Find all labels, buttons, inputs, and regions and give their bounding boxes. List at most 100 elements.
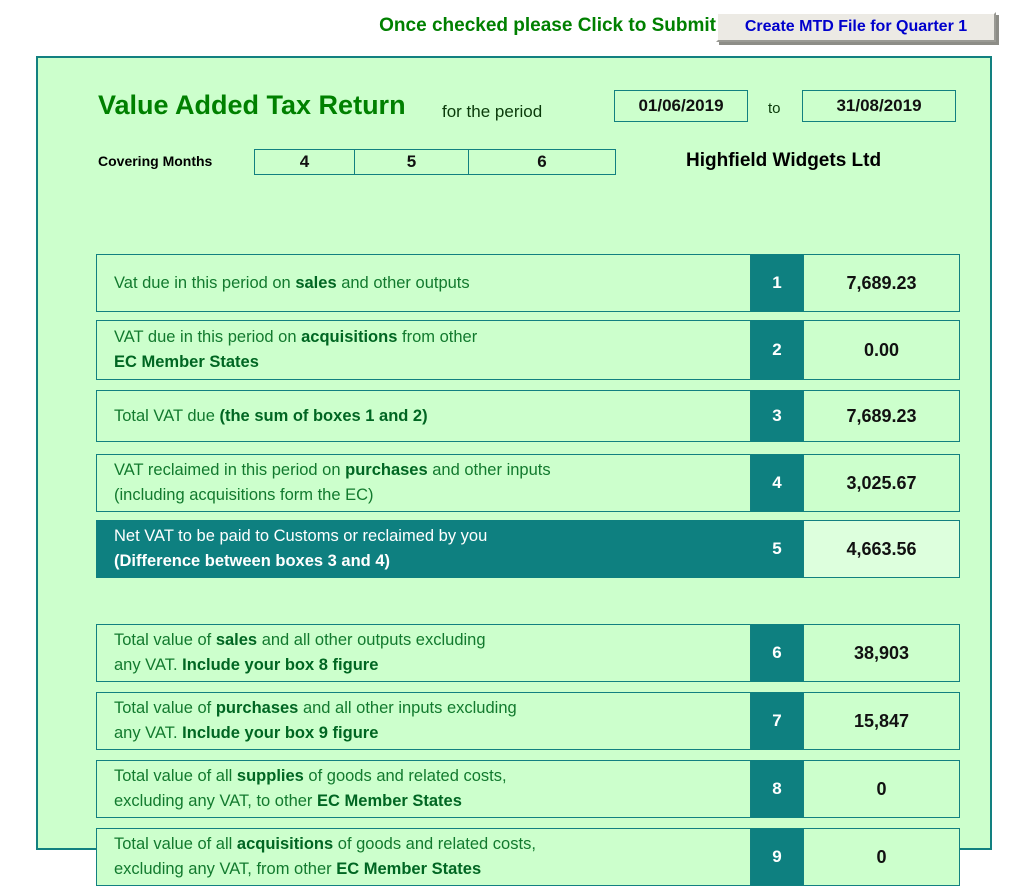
emphasis-text: acquisitions — [236, 835, 334, 854]
plain-text: Total value of all — [114, 835, 237, 854]
vat-box-number: 1 — [751, 254, 803, 312]
vat-box-description: Total VAT due (the sum of boxes 1 and 2) — [96, 390, 751, 442]
company-name: Highfield Widgets Ltd — [686, 150, 882, 171]
plain-text: VAT due in this period on — [114, 328, 302, 347]
emphasis-text: purchases — [345, 461, 428, 480]
covering-month-1-field[interactable]: 4 — [255, 150, 355, 174]
plain-text: (including acquisitions form the EC) — [114, 486, 374, 504]
covering-months-group: 4 5 6 — [254, 149, 616, 175]
vat-box-number: 6 — [751, 624, 803, 682]
plain-text: Net VAT to be paid to Customs or reclaim… — [114, 527, 488, 546]
emphasis-text: EC Member States — [336, 860, 482, 878]
plain-text: VAT reclaimed in this period on — [114, 461, 346, 480]
vat-box-number: 3 — [751, 390, 803, 442]
plain-text: and other outputs — [336, 273, 470, 292]
plain-text: and all other inputs excluding — [298, 699, 517, 718]
vat-box-description-line: EC Member States — [114, 350, 750, 375]
emphasis-text: (the sum of boxes 1 and 2) — [219, 406, 428, 425]
vat-box-row: Total value of all acquisitions of goods… — [96, 828, 960, 886]
plain-text: and other inputs — [427, 461, 551, 480]
vat-box-value-field[interactable]: 7,689.23 — [803, 390, 960, 442]
vat-box-description: Total value of sales and all other outpu… — [96, 624, 751, 682]
vat-box-value-field[interactable]: 0 — [803, 760, 960, 818]
vat-box-row: Total value of purchases and all other i… — [96, 692, 960, 750]
emphasis-text: supplies — [236, 767, 304, 786]
vat-box-value-field[interactable]: 0 — [803, 828, 960, 886]
vat-box-row: Vat due in this period on sales and othe… — [96, 254, 960, 312]
vat-box-number: 8 — [751, 760, 803, 818]
plain-text: any VAT. — [114, 724, 183, 742]
vat-box-description-line: VAT due in this period on acquisitions f… — [114, 325, 750, 350]
vat-box-description-line: any VAT. Include your box 9 figure — [114, 721, 750, 746]
emphasis-text: Include your box 9 figure — [182, 724, 379, 742]
covering-month-2-field[interactable]: 5 — [355, 150, 469, 174]
plain-text: Total value of — [114, 631, 216, 650]
vat-box-description-line: Total VAT due (the sum of boxes 1 and 2) — [114, 404, 750, 429]
vat-box-description-line: excluding any VAT, from other EC Member … — [114, 857, 750, 882]
vat-box-description-line: VAT reclaimed in this period on purchase… — [114, 458, 750, 483]
plain-text: Total value of — [114, 699, 216, 718]
vat-box-description-line: Net VAT to be paid to Customs or reclaim… — [114, 524, 750, 549]
emphasis-text: sales — [295, 273, 337, 292]
period-start-date-field[interactable]: 01/06/2019 — [614, 90, 748, 122]
submit-prompt-label: Once checked please Click to Submit — [379, 15, 716, 36]
vat-box-description: VAT reclaimed in this period on purchase… — [96, 454, 751, 512]
vat-box-row: Total VAT due (the sum of boxes 1 and 2)… — [96, 390, 960, 442]
vat-box-value-field[interactable]: 7,689.23 — [803, 254, 960, 312]
vat-box-value-field[interactable]: 38,903 — [803, 624, 960, 682]
emphasis-text: EC Member States — [317, 792, 462, 810]
vat-box-description: VAT due in this period on acquisitions f… — [96, 320, 751, 380]
vat-box-description-line: Total value of all acquisitions of goods… — [114, 832, 750, 857]
vat-box-value-field[interactable]: 4,663.56 — [803, 520, 960, 578]
period-end-date-field[interactable]: 31/08/2019 — [802, 90, 956, 122]
vat-box-description-line: any VAT. Include your box 8 figure — [114, 653, 750, 678]
vat-box-description-line: excluding any VAT, to other EC Member St… — [114, 789, 750, 814]
vat-box-value-field[interactable]: 0.00 — [803, 320, 960, 380]
vat-box-description-line: (Difference between boxes 3 and 4) — [114, 549, 750, 574]
vat-box-number: 2 — [751, 320, 803, 380]
vat-box-description: Total value of purchases and all other i… — [96, 692, 751, 750]
plain-text: excluding any VAT, from other — [114, 860, 337, 878]
plain-text: of goods and related costs, — [303, 767, 507, 786]
vat-box-description: Vat due in this period on sales and othe… — [96, 254, 751, 312]
vat-box-description-line: Total value of purchases and all other i… — [114, 696, 750, 721]
vat-box-description: Net VAT to be paid to Customs or reclaim… — [96, 520, 751, 578]
emphasis-text: acquisitions — [301, 328, 398, 347]
plain-text: from other — [397, 328, 478, 347]
emphasis-text: (Difference between boxes 3 and 4) — [114, 552, 390, 570]
vat-box-number: 5 — [751, 520, 803, 578]
emphasis-text: EC Member States — [114, 353, 259, 371]
vat-box-row: VAT reclaimed in this period on purchase… — [96, 454, 960, 512]
emphasis-text: Include your box 8 figure — [182, 656, 379, 674]
plain-text: and all other outputs excluding — [257, 631, 486, 650]
create-mtd-file-button[interactable]: Create MTD File for Quarter 1 — [716, 12, 996, 42]
plain-text: Total VAT due — [114, 406, 220, 425]
vat-return-panel: Value Added Tax Return for the period 01… — [36, 56, 992, 886]
page-title: Value Added Tax Return — [98, 90, 406, 120]
covering-months-label: Covering Months — [98, 153, 213, 169]
vat-box-value-field[interactable]: 15,847 — [803, 692, 960, 750]
plain-text: excluding any VAT, to other — [114, 792, 318, 810]
plain-text: of goods and related costs, — [333, 835, 536, 854]
vat-box-description: Total value of all supplies of goods and… — [96, 760, 751, 818]
date-range-separator: to — [768, 100, 781, 117]
vat-box-number: 7 — [751, 692, 803, 750]
period-label: for the period — [442, 102, 543, 121]
vat-box-description-line: Vat due in this period on sales and othe… — [114, 271, 750, 296]
emphasis-text: purchases — [215, 699, 299, 718]
vat-box-description: Total value of all acquisitions of goods… — [96, 828, 751, 886]
plain-text: Total value of all — [114, 767, 237, 786]
vat-box-value-field[interactable]: 3,025.67 — [803, 454, 960, 512]
vat-box-number: 9 — [751, 828, 803, 886]
vat-box-number: 4 — [751, 454, 803, 512]
emphasis-text: sales — [215, 631, 258, 650]
covering-month-3-field[interactable]: 6 — [469, 150, 615, 174]
vat-box-description-line: Total value of sales and all other outpu… — [114, 628, 750, 653]
vat-box-row: VAT due in this period on acquisitions f… — [96, 320, 960, 380]
submit-toolbar: Once checked please Click to Submit Crea… — [0, 0, 1028, 52]
plain-text: any VAT. — [114, 656, 183, 674]
vat-box-description-line: Total value of all supplies of goods and… — [114, 764, 750, 789]
vat-box-row: Total value of all supplies of goods and… — [96, 760, 960, 818]
vat-box-row: Total value of sales and all other outpu… — [96, 624, 960, 682]
vat-box-row: Net VAT to be paid to Customs or reclaim… — [96, 520, 960, 578]
